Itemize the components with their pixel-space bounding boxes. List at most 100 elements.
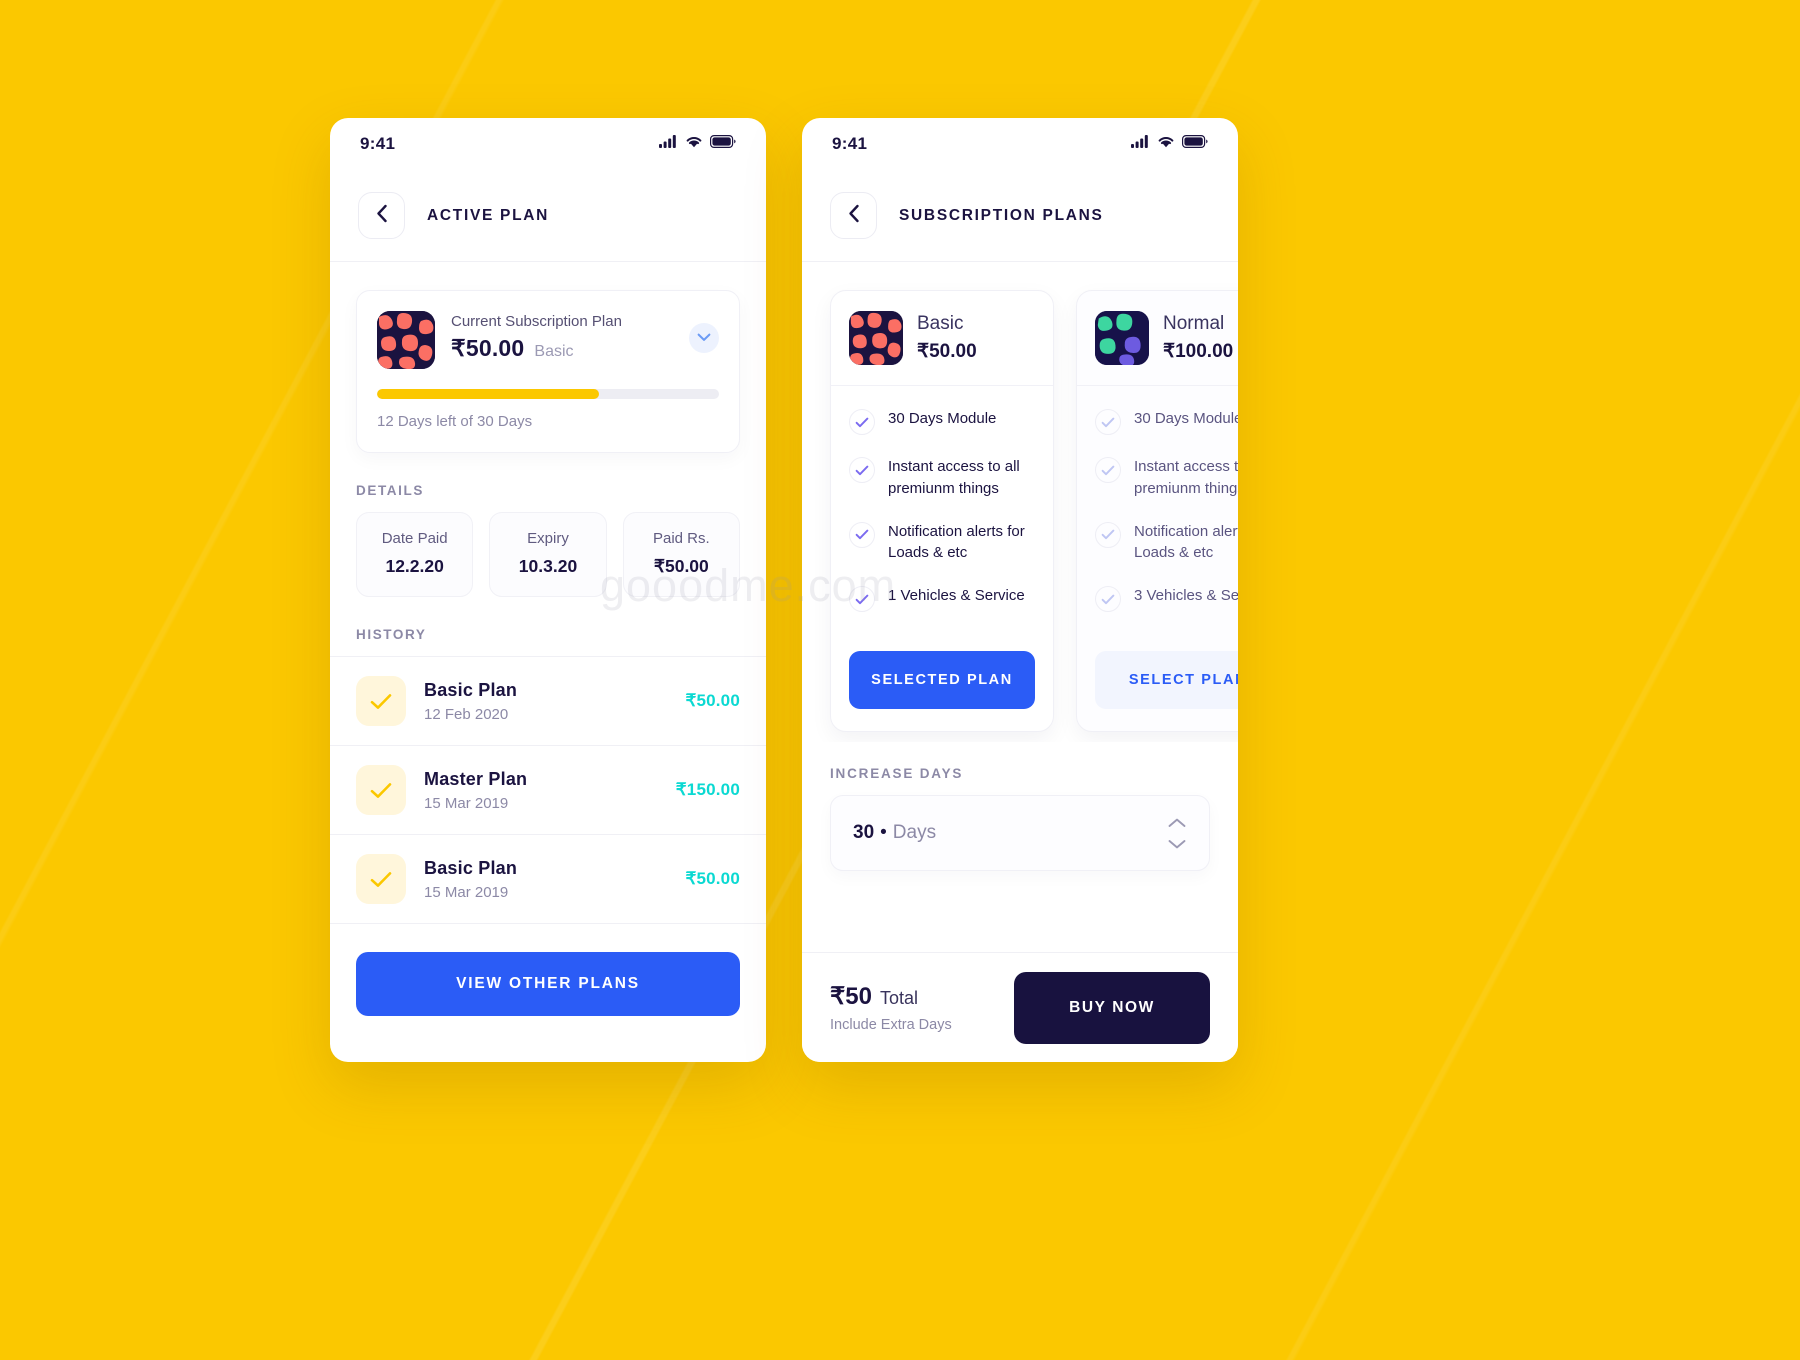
plan-artwork-green-icon bbox=[1095, 311, 1149, 365]
plan-name: Normal bbox=[1163, 313, 1225, 334]
phone-active-plan: 9:41 ACTIVE PLAN Current Subscription Pl… bbox=[330, 118, 766, 1062]
status-bar-right: 9:41 bbox=[802, 118, 1238, 170]
check-icon bbox=[356, 854, 406, 904]
wifi-icon bbox=[685, 135, 703, 153]
cellular-signal-icon bbox=[1131, 135, 1150, 153]
detail-value: 10.3.20 bbox=[518, 556, 578, 576]
page-title: SUBSCRIPTION PLANS bbox=[899, 206, 1104, 224]
feature-item: 30 Days Module bbox=[1095, 408, 1238, 435]
status-time: 9:41 bbox=[360, 134, 396, 153]
history-plan-name: Master Plan bbox=[424, 768, 528, 789]
history-row[interactable]: Basic Plan 15 Mar 2019 ₹50.00 bbox=[330, 834, 766, 924]
feature-text: Notification alerts for Loads & etc bbox=[1134, 522, 1238, 562]
plan-card-basic[interactable]: Basic ₹50.00 30 Days Module Instant acce… bbox=[830, 290, 1054, 732]
history-heading: HISTORY bbox=[356, 627, 427, 642]
detail-card-expiry: Expiry 10.3.20 bbox=[489, 512, 607, 597]
feature-item: Notification alerts for Loads & etc bbox=[1095, 521, 1238, 565]
days-unit-label: Days bbox=[892, 822, 937, 843]
subscription-price: ₹50.00 bbox=[451, 335, 525, 361]
plan-feature-list: 30 Days Module Instant access to all pre… bbox=[1077, 386, 1238, 643]
total-amount: ₹50 bbox=[830, 983, 872, 1010]
feature-item: Notification alerts for Loads & etc bbox=[849, 521, 1035, 565]
nav-header-left: ACTIVE PLAN bbox=[330, 170, 766, 262]
plan-card-normal[interactable]: Normal ₹100.00 30 Days Module Instant ac… bbox=[1076, 290, 1238, 732]
days-value: 30 bbox=[853, 822, 875, 843]
feature-text: 1 Vehicles & Service bbox=[888, 587, 1025, 604]
history-row[interactable]: Master Plan 15 Mar 2019 ₹150.00 bbox=[330, 745, 766, 834]
buy-now-button[interactable]: BUY NOW bbox=[1014, 971, 1210, 1044]
detail-label: Expiry bbox=[527, 530, 569, 547]
plan-price: ₹50.00 bbox=[917, 341, 977, 362]
plan-name: Basic bbox=[917, 313, 964, 334]
feature-text: Instant access to all premiunm things bbox=[1134, 458, 1238, 497]
status-time: 9:41 bbox=[832, 134, 868, 153]
days-progress-bar bbox=[377, 389, 719, 399]
plan-artwork-icon bbox=[377, 311, 435, 369]
detail-card-date-paid: Date Paid 12.2.20 bbox=[356, 512, 474, 597]
phone-subscription-plans: 9:41 SUBSCRIPTION PLANS Basic ₹50.00 30 … bbox=[802, 118, 1238, 1062]
days-separator: • bbox=[880, 822, 887, 843]
history-row[interactable]: Basic Plan 12 Feb 2020 ₹50.00 bbox=[330, 656, 766, 745]
expand-subscription-button[interactable] bbox=[689, 323, 719, 353]
history-price: ₹50.00 bbox=[685, 869, 740, 888]
detail-label: Date Paid bbox=[381, 530, 448, 547]
plan-artwork-icon bbox=[849, 311, 903, 365]
history-price: ₹50.00 bbox=[685, 691, 740, 710]
battery-full-icon bbox=[1182, 135, 1208, 153]
feature-item: Instant access to all premiunm things bbox=[1095, 456, 1238, 500]
back-button[interactable] bbox=[358, 192, 405, 239]
status-bar-left: 9:41 bbox=[330, 118, 766, 170]
total-block: ₹50 Total Include Extra Days bbox=[830, 982, 952, 1033]
history-date: 15 Mar 2019 bbox=[424, 794, 509, 812]
feature-text: 3 Vehicles & Service bbox=[1134, 587, 1238, 604]
wifi-icon bbox=[1157, 135, 1175, 153]
details-heading: DETAILS bbox=[356, 483, 424, 498]
chevron-up-icon[interactable] bbox=[1167, 817, 1187, 829]
history-date: 15 Mar 2019 bbox=[424, 883, 509, 901]
nav-header-right: SUBSCRIPTION PLANS bbox=[802, 170, 1238, 262]
increase-days-heading: INCREASE DAYS bbox=[830, 766, 964, 781]
plan-price: ₹100.00 bbox=[1163, 341, 1234, 362]
days-stepper[interactable]: 30 • Days bbox=[830, 795, 1210, 871]
check-icon bbox=[849, 521, 875, 548]
plan-feature-list: 30 Days Module Instant access to all pre… bbox=[831, 386, 1053, 643]
total-label: Total bbox=[879, 988, 918, 1008]
page-title: ACTIVE PLAN bbox=[427, 206, 550, 224]
total-subtext: Include Extra Days bbox=[830, 1017, 952, 1033]
feature-item: 1 Vehicles & Service bbox=[849, 585, 1035, 612]
view-other-plans-button[interactable]: VIEW OTHER PLANS bbox=[356, 952, 740, 1016]
detail-value: ₹50.00 bbox=[653, 556, 709, 576]
select-plan-button[interactable]: SELECT PLAN bbox=[1095, 651, 1238, 709]
feature-text: 30 Days Module bbox=[888, 410, 997, 427]
check-icon bbox=[849, 409, 875, 435]
feature-item: 30 Days Module bbox=[849, 408, 1035, 435]
selected-plan-button[interactable]: SELECTED PLAN bbox=[849, 651, 1035, 709]
current-subscription-card[interactable]: Current Subscription Plan ₹50.00 Basic 1… bbox=[356, 290, 740, 453]
chevron-down-icon bbox=[697, 329, 711, 347]
detail-card-paid-rs: Paid Rs. ₹50.00 bbox=[622, 512, 740, 597]
feature-item: Instant access to all premiunm things bbox=[849, 456, 1035, 500]
check-icon bbox=[356, 765, 406, 815]
subscription-label: Current Subscription Plan bbox=[451, 313, 622, 330]
feature-text: Notification alerts for Loads & etc bbox=[888, 522, 1025, 562]
detail-label: Paid Rs. bbox=[652, 530, 710, 547]
history-plan-name: Basic Plan bbox=[424, 857, 518, 878]
chevron-down-icon[interactable] bbox=[1167, 838, 1187, 850]
days-left-caption: 12 Days left of 30 Days bbox=[377, 413, 533, 430]
battery-full-icon bbox=[710, 135, 736, 153]
check-icon bbox=[849, 457, 875, 483]
cellular-signal-icon bbox=[659, 135, 678, 153]
chevron-left-icon bbox=[848, 204, 860, 228]
checkout-bar: ₹50 Total Include Extra Days BUY NOW bbox=[802, 952, 1238, 1062]
chevron-left-icon bbox=[376, 204, 388, 228]
check-icon bbox=[1095, 409, 1121, 435]
check-icon bbox=[849, 586, 875, 612]
check-icon bbox=[356, 676, 406, 726]
check-icon bbox=[1095, 521, 1121, 548]
days-progress-fill bbox=[377, 389, 600, 399]
back-button[interactable] bbox=[830, 192, 877, 239]
check-icon bbox=[1095, 586, 1121, 612]
history-list: Basic Plan 12 Feb 2020 ₹50.00 Master Pla… bbox=[330, 656, 766, 924]
details-cards: Date Paid 12.2.20 Expiry 10.3.20 Paid Rs… bbox=[330, 512, 766, 597]
plans-carousel[interactable]: Basic ₹50.00 30 Days Module Instant acce… bbox=[802, 262, 1238, 742]
